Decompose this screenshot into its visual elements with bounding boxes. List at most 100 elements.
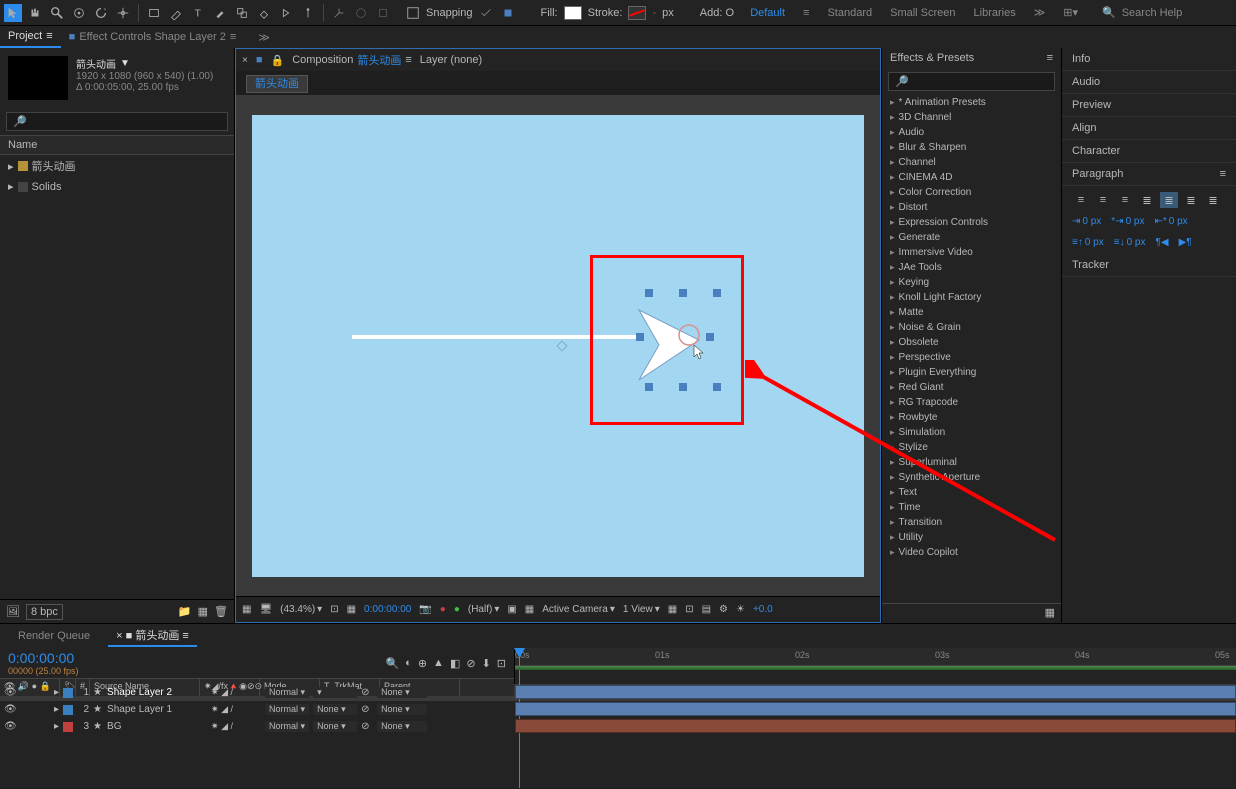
selection-handle[interactable]	[706, 333, 714, 341]
effect-category[interactable]: Simulation	[882, 425, 1061, 440]
tl-tool3-icon[interactable]: ▲	[433, 657, 444, 670]
hand-tool[interactable]	[26, 4, 44, 22]
effect-category[interactable]: Time	[882, 500, 1061, 515]
timecode-display[interactable]: 0:00:00:00	[364, 604, 411, 615]
snap-option2-icon[interactable]	[499, 4, 517, 22]
effect-category[interactable]: Transition	[882, 515, 1061, 530]
type-tool[interactable]: T	[189, 4, 207, 22]
panel-section[interactable]: Align	[1062, 117, 1236, 140]
add-label[interactable]: Add: O	[700, 7, 734, 19]
channel-icon[interactable]: ●	[440, 604, 446, 615]
camera-dropdown[interactable]: Active Camera ▾	[542, 604, 615, 615]
trkmat-dropdown[interactable]: ▾	[313, 687, 357, 698]
effect-category[interactable]: Text	[882, 485, 1061, 500]
effect-category[interactable]: RG Trapcode	[882, 395, 1061, 410]
project-item[interactable]: ▸Solids	[0, 177, 234, 196]
timeline-layer[interactable]: 👁 ▸ 2 ★ Shape Layer 1 ✷ ◢ / Normal ▾ Non…	[0, 701, 1236, 718]
effect-category[interactable]: Stylize	[882, 440, 1061, 455]
fill-swatch[interactable]	[564, 6, 582, 20]
effect-category[interactable]: Audio	[882, 125, 1061, 140]
indent-right-input[interactable]: ⇤* 0 px	[1154, 216, 1187, 227]
new-comp-icon[interactable]: ▦	[198, 605, 208, 618]
snapshot-icon[interactable]: 📷	[419, 604, 431, 615]
roto-tool[interactable]	[277, 4, 295, 22]
orbit-tool[interactable]	[70, 4, 88, 22]
effects-new-icon[interactable]: ▦	[1045, 606, 1055, 621]
view-dropdown[interactable]: 1 View ▾	[623, 604, 660, 615]
effect-category[interactable]: Keying	[882, 275, 1061, 290]
justify-last-left-button[interactable]: ≣	[1138, 192, 1156, 208]
tl-tool7-icon[interactable]: ⊡	[497, 657, 506, 670]
new-folder-icon[interactable]: 📁	[178, 605, 192, 618]
indent-first-input[interactable]: *⇥ 0 px	[1111, 216, 1144, 227]
effect-category[interactable]: Generate	[882, 230, 1061, 245]
layer-color[interactable]	[63, 722, 73, 732]
justify-all-button[interactable]: ≣	[1204, 192, 1222, 208]
visibility-toggle[interactable]: 👁	[4, 687, 16, 698]
panel-section[interactable]: Character	[1062, 140, 1236, 163]
work-area-bar[interactable]	[515, 666, 1236, 670]
effects-search-input[interactable]: 🔎	[888, 72, 1055, 91]
view-option4-icon[interactable]: ⚙	[719, 604, 728, 615]
effect-category[interactable]: Matte	[882, 305, 1061, 320]
effects-menu-icon[interactable]: ≡	[1047, 52, 1053, 64]
effect-category[interactable]: Video Copilot	[882, 545, 1061, 560]
bpc-button[interactable]: 8 bpc	[26, 604, 63, 620]
view-option1-icon[interactable]: ▦	[668, 604, 677, 615]
space-after-input[interactable]: ≡↓ 0 px	[1114, 237, 1146, 248]
effect-category[interactable]: 3D Channel	[882, 110, 1061, 125]
effect-category[interactable]: Channel	[882, 155, 1061, 170]
pen-tool[interactable]	[167, 4, 185, 22]
lock-icon[interactable]: 🔒	[271, 54, 285, 67]
composition-viewer[interactable]	[236, 95, 880, 596]
stroke-width[interactable]: -	[652, 7, 656, 19]
panel-section[interactable]: Preview	[1062, 94, 1236, 117]
effect-category[interactable]: JAe Tools	[882, 260, 1061, 275]
align-center-button[interactable]: ≡	[1094, 192, 1112, 208]
tl-tool4-icon[interactable]: ◧	[450, 657, 460, 670]
tab-render-queue[interactable]: Render Queue	[10, 628, 98, 644]
visibility-toggle[interactable]: 👁	[4, 704, 16, 715]
workspace-more-icon[interactable]: ≫	[1034, 6, 1046, 19]
effect-category[interactable]: Obsolete	[882, 335, 1061, 350]
workspace-libraries[interactable]: Libraries	[974, 7, 1016, 19]
selection-tool[interactable]	[4, 4, 22, 22]
tl-tool1-icon[interactable]: ◐	[405, 657, 412, 670]
panel-section[interactable]: Audio	[1062, 71, 1236, 94]
effect-category[interactable]: Distort	[882, 200, 1061, 215]
brush-tool[interactable]	[211, 4, 229, 22]
paragraph-title[interactable]: Paragraph	[1072, 168, 1123, 180]
effect-category[interactable]: Color Correction	[882, 185, 1061, 200]
effect-category[interactable]: Blur & Sharpen	[882, 140, 1061, 155]
region-icon[interactable]: ▣	[507, 604, 516, 615]
justify-last-center-button[interactable]: ≣	[1160, 192, 1178, 208]
project-item[interactable]: ▸箭头动画	[0, 155, 234, 177]
tl-tool5-icon[interactable]: ⊘	[466, 657, 475, 670]
effect-category[interactable]: Synthetic Aperture	[882, 470, 1061, 485]
layer-bar[interactable]	[515, 702, 1236, 716]
puppet-tool[interactable]	[299, 4, 317, 22]
local-axis-tool[interactable]	[330, 4, 348, 22]
display-icon[interactable]: 🖥	[259, 604, 272, 615]
timeline-layer[interactable]: 👁 ▸ 1 ★ Shape Layer 2 ✷ ◢ / Normal ▾ ▾ ⊘…	[0, 684, 1236, 701]
tab-effect-controls[interactable]: ■ Effect Controls Shape Layer 2 ≡	[61, 26, 245, 48]
comp-thumbnail[interactable]	[8, 56, 68, 100]
workspace-default[interactable]: Default	[750, 7, 785, 19]
tracker-section[interactable]: Tracker	[1062, 254, 1236, 277]
snap-option-icon[interactable]	[477, 4, 495, 22]
indent-left-input[interactable]: ⇥ 0 px	[1072, 216, 1101, 227]
layer-color[interactable]	[63, 688, 73, 698]
align-left-button[interactable]: ≡	[1072, 192, 1090, 208]
exposure-icon[interactable]: ☀	[736, 604, 745, 615]
tab-composition[interactable]: Composition 箭头动画 ≡	[292, 52, 412, 68]
layer-bar[interactable]	[515, 685, 1236, 699]
panel-section[interactable]: Info	[1062, 48, 1236, 71]
timecode-input[interactable]: 0:00:00:00	[8, 650, 79, 666]
workspace-menu-icon[interactable]: ≡	[803, 7, 809, 19]
rectangle-tool[interactable]	[145, 4, 163, 22]
timeline-layer[interactable]: 👁 ▸ 3 ★ BG ✷ ◢ / Normal ▾ None ▾ ⊘ None …	[0, 718, 1236, 735]
selection-handle[interactable]	[713, 383, 721, 391]
trkmat-dropdown[interactable]: None ▾	[313, 704, 357, 715]
visibility-toggle[interactable]: 👁	[4, 721, 16, 732]
space-before-input[interactable]: ≡↑ 0 px	[1072, 237, 1104, 248]
